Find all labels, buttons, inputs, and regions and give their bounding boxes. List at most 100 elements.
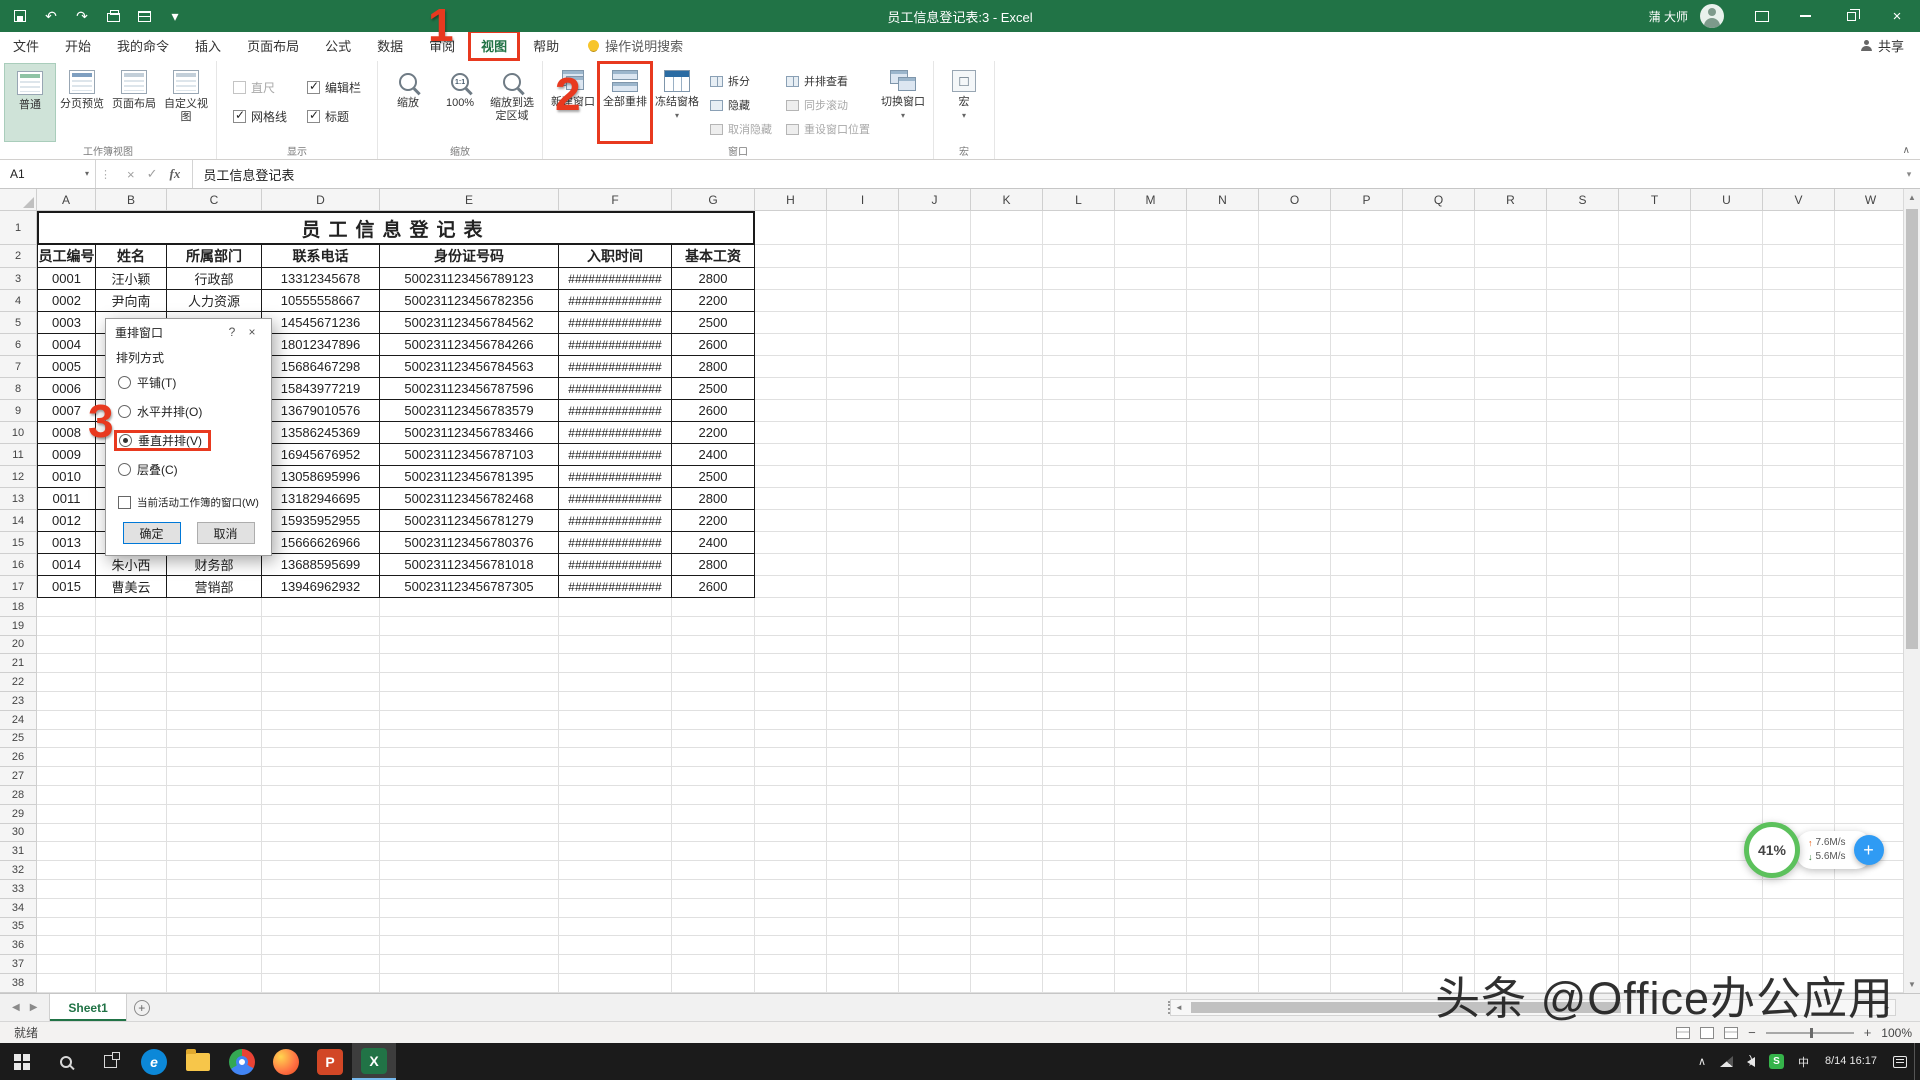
cell[interactable] [1259, 711, 1331, 730]
synchronous-scrolling-button[interactable]: 同步滚动 [783, 95, 873, 115]
cell[interactable] [96, 786, 167, 805]
cell[interactable] [971, 805, 1043, 824]
cell[interactable] [755, 955, 827, 974]
zoom-out-icon[interactable]: − [1748, 1025, 1756, 1040]
cell[interactable] [1331, 824, 1403, 843]
save-icon[interactable] [12, 8, 28, 24]
cell[interactable] [1619, 861, 1691, 880]
cell[interactable] [1763, 356, 1835, 378]
cell[interactable] [167, 748, 262, 767]
cell[interactable] [1331, 488, 1403, 510]
cell[interactable] [1763, 730, 1835, 749]
cell[interactable] [899, 554, 971, 576]
cell[interactable] [1547, 673, 1619, 692]
cell[interactable] [1331, 312, 1403, 334]
cell[interactable] [1835, 356, 1903, 378]
cell[interactable] [1835, 290, 1903, 312]
cell[interactable] [755, 617, 827, 636]
cell[interactable] [1331, 466, 1403, 488]
volume-icon[interactable] [1740, 1043, 1762, 1080]
cell[interactable] [1763, 955, 1835, 974]
cell[interactable]: ############## [559, 400, 672, 422]
column-header-G[interactable]: G [672, 189, 755, 211]
cell[interactable]: 人力资源 [167, 290, 262, 312]
cell[interactable] [559, 767, 672, 786]
restore-button[interactable] [1828, 0, 1874, 32]
cell[interactable] [380, 936, 559, 955]
cell[interactable] [1403, 880, 1475, 899]
cell[interactable] [1259, 400, 1331, 422]
cell[interactable]: ############## [559, 554, 672, 576]
cell[interactable] [1547, 767, 1619, 786]
cell[interactable] [1043, 554, 1115, 576]
cell[interactable] [1043, 356, 1115, 378]
cell[interactable] [37, 899, 96, 918]
cell[interactable] [1115, 466, 1187, 488]
cell[interactable] [380, 824, 559, 843]
cell[interactable] [1475, 211, 1547, 245]
cell[interactable] [899, 861, 971, 880]
taskbar-firefox[interactable] [264, 1043, 308, 1080]
cell[interactable] [1115, 880, 1187, 899]
cell[interactable] [1835, 654, 1903, 673]
cell[interactable] [1547, 576, 1619, 598]
cell[interactable] [1043, 692, 1115, 711]
cell[interactable] [755, 488, 827, 510]
cell[interactable] [37, 767, 96, 786]
cell[interactable] [1259, 767, 1331, 786]
cell[interactable] [1619, 554, 1691, 576]
cell[interactable]: 2800 [672, 554, 755, 576]
cell[interactable] [167, 899, 262, 918]
cell[interactable] [37, 786, 96, 805]
cell[interactable] [1043, 842, 1115, 861]
cell[interactable] [755, 842, 827, 861]
cell[interactable] [1619, 918, 1691, 937]
cell[interactable]: 13679010576 [262, 400, 380, 422]
hide-button[interactable]: 隐藏 [707, 95, 775, 115]
cell[interactable] [1115, 554, 1187, 576]
cell[interactable] [755, 510, 827, 532]
column-header-P[interactable]: P [1331, 189, 1403, 211]
cell[interactable] [1331, 936, 1403, 955]
cell[interactable]: 0011 [37, 488, 96, 510]
cell[interactable] [1043, 510, 1115, 532]
cell[interactable] [1403, 824, 1475, 843]
column-header-L[interactable]: L [1043, 189, 1115, 211]
cell[interactable] [1547, 466, 1619, 488]
cell[interactable] [899, 805, 971, 824]
cell[interactable] [1691, 245, 1763, 268]
cell[interactable] [1043, 211, 1115, 245]
cell[interactable] [1475, 824, 1547, 843]
cell[interactable] [1403, 211, 1475, 245]
cell[interactable] [380, 711, 559, 730]
cell[interactable] [96, 936, 167, 955]
cell[interactable] [1043, 748, 1115, 767]
cell[interactable] [1187, 711, 1259, 730]
cell[interactable] [755, 918, 827, 937]
cell[interactable] [1547, 211, 1619, 245]
cell[interactable] [1187, 730, 1259, 749]
cell[interactable] [971, 554, 1043, 576]
cell[interactable]: 2600 [672, 400, 755, 422]
cell[interactable] [899, 918, 971, 937]
cell[interactable]: 500231123456787305 [380, 576, 559, 598]
cell[interactable]: 营销部 [167, 576, 262, 598]
cell[interactable] [167, 974, 262, 993]
cell[interactable] [672, 955, 755, 974]
cell[interactable] [1187, 400, 1259, 422]
cell[interactable] [1619, 334, 1691, 356]
cell[interactable] [96, 748, 167, 767]
cell[interactable] [1259, 488, 1331, 510]
cell[interactable] [827, 532, 899, 554]
cell[interactable] [1187, 245, 1259, 268]
cell[interactable] [755, 824, 827, 843]
cell[interactable] [1259, 290, 1331, 312]
cell[interactable] [1835, 422, 1903, 444]
cell[interactable]: 500231123456784563 [380, 356, 559, 378]
cell[interactable] [167, 880, 262, 899]
cell[interactable] [1835, 730, 1903, 749]
cell[interactable] [1403, 268, 1475, 290]
cell[interactable] [1187, 378, 1259, 400]
switch-windows-button[interactable]: 切换窗口 ▾ [877, 63, 929, 142]
cell[interactable] [1043, 422, 1115, 444]
